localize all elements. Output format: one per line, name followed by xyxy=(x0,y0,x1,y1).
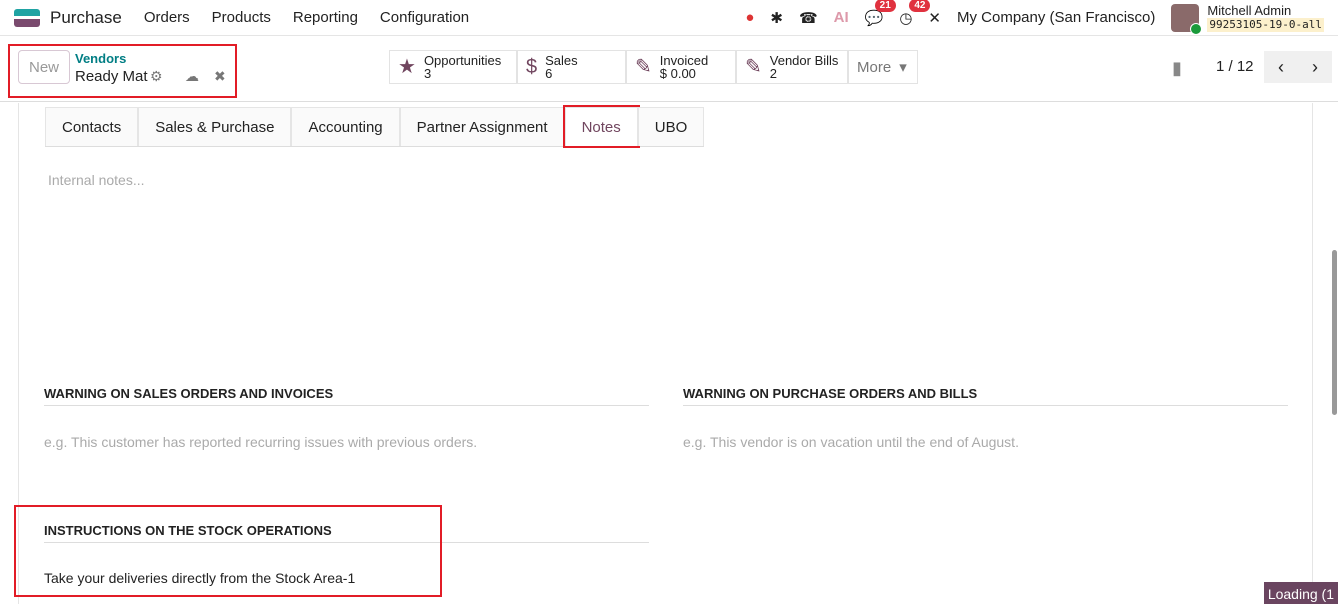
ai-icon[interactable]: AI xyxy=(834,9,849,26)
chat-count: 21 xyxy=(874,0,896,12)
next-button[interactable]: › xyxy=(1298,51,1332,83)
tab-sales-purchase[interactable]: Sales & Purchase xyxy=(138,107,292,146)
gear-icon[interactable]: ⚙ xyxy=(150,68,163,85)
stat-vendor-bills[interactable]: ✎ Vendor Bills 2 xyxy=(736,50,848,84)
record-icon[interactable]: ● xyxy=(745,9,754,26)
chat-icon[interactable]: 💬 21 xyxy=(865,0,896,27)
stat-label: Vendor Bills xyxy=(769,53,839,68)
pager: 1 / 12 xyxy=(1216,58,1254,75)
stat-value: 6 xyxy=(545,66,553,81)
warn-sales-input[interactable]: e.g. This customer has reported recurrin… xyxy=(44,434,477,450)
internal-notes-input[interactable]: Internal notes... xyxy=(48,172,1248,322)
star-icon: ★ xyxy=(398,55,416,78)
discard-icon[interactable]: ✖ xyxy=(214,68,226,85)
app-name[interactable]: Purchase xyxy=(50,8,122,28)
company-switcher[interactable]: My Company (San Francisco) xyxy=(957,9,1155,26)
breadcrumb-vendors[interactable]: Vendors xyxy=(75,51,126,66)
stat-value: $ 0.00 xyxy=(659,66,696,81)
dollar-icon: $ xyxy=(526,55,538,78)
menu-configuration[interactable]: Configuration xyxy=(380,9,469,26)
tab-notes[interactable]: Notes xyxy=(562,105,640,148)
tab-ubo[interactable]: UBO xyxy=(637,107,705,146)
avatar[interactable] xyxy=(1171,3,1203,35)
notebook-tabs: Contacts Sales & Purchase Accounting Par… xyxy=(45,105,705,148)
tab-partner-assignment[interactable]: Partner Assignment xyxy=(399,107,565,146)
user-name[interactable]: Mitchell Admin xyxy=(1207,3,1324,18)
top-navbar: Purchase Orders Products Reporting Confi… xyxy=(0,0,1338,36)
record-name: Ready Mat xyxy=(75,68,148,85)
activity-count: 42 xyxy=(909,0,931,12)
more-button[interactable]: More ▾ xyxy=(848,50,918,84)
edit-icon: ✎ xyxy=(745,55,762,78)
warn-purchase-title: WARNING ON PURCHASE ORDERS AND BILLS xyxy=(683,386,1288,406)
bookmark-icon[interactable]: ▮ xyxy=(1172,58,1182,79)
loading-indicator: Loading (1 xyxy=(1263,582,1338,604)
prev-button[interactable]: ‹ xyxy=(1264,51,1298,83)
stat-opportunities[interactable]: ★ Opportunities 3 xyxy=(389,50,517,84)
warn-sales-title: WARNING ON SALES ORDERS AND INVOICES xyxy=(44,386,649,406)
control-panel: New Vendors Ready Mat ⚙ ☁ ✖ ★ Opportuniti… xyxy=(0,36,1338,102)
menu-reporting[interactable]: Reporting xyxy=(293,9,358,26)
new-button[interactable]: New xyxy=(18,50,70,84)
tools-icon[interactable]: ✕ xyxy=(928,9,941,27)
tab-contacts[interactable]: Contacts xyxy=(45,107,139,146)
bug-icon[interactable]: ✱ xyxy=(770,9,783,27)
stat-value: 3 xyxy=(423,66,432,81)
more-label: More xyxy=(857,58,892,76)
activity-icon[interactable]: ◷ 42 xyxy=(899,0,931,27)
stat-value: 2 xyxy=(769,66,777,81)
scrollbar[interactable] xyxy=(1332,250,1337,415)
edit-icon: ✎ xyxy=(635,55,652,78)
stat-invoiced[interactable]: ✎ Invoiced $ 0.00 xyxy=(626,50,736,84)
menu-products[interactable]: Products xyxy=(212,9,271,26)
phone-icon[interactable]: ☎ xyxy=(799,9,818,27)
warn-purchase-input[interactable]: e.g. This vendor is on vacation until th… xyxy=(683,434,1019,450)
stat-label: Opportunities xyxy=(423,53,502,68)
database-name: 99253105-19-0-all xyxy=(1207,17,1324,32)
app-menu-icon[interactable] xyxy=(14,8,40,27)
tab-accounting[interactable]: Accounting xyxy=(291,107,400,146)
cloud-save-icon[interactable]: ☁ xyxy=(185,68,199,85)
menu-orders[interactable]: Orders xyxy=(144,9,190,26)
stat-sales[interactable]: $ Sales 6 xyxy=(517,50,626,84)
